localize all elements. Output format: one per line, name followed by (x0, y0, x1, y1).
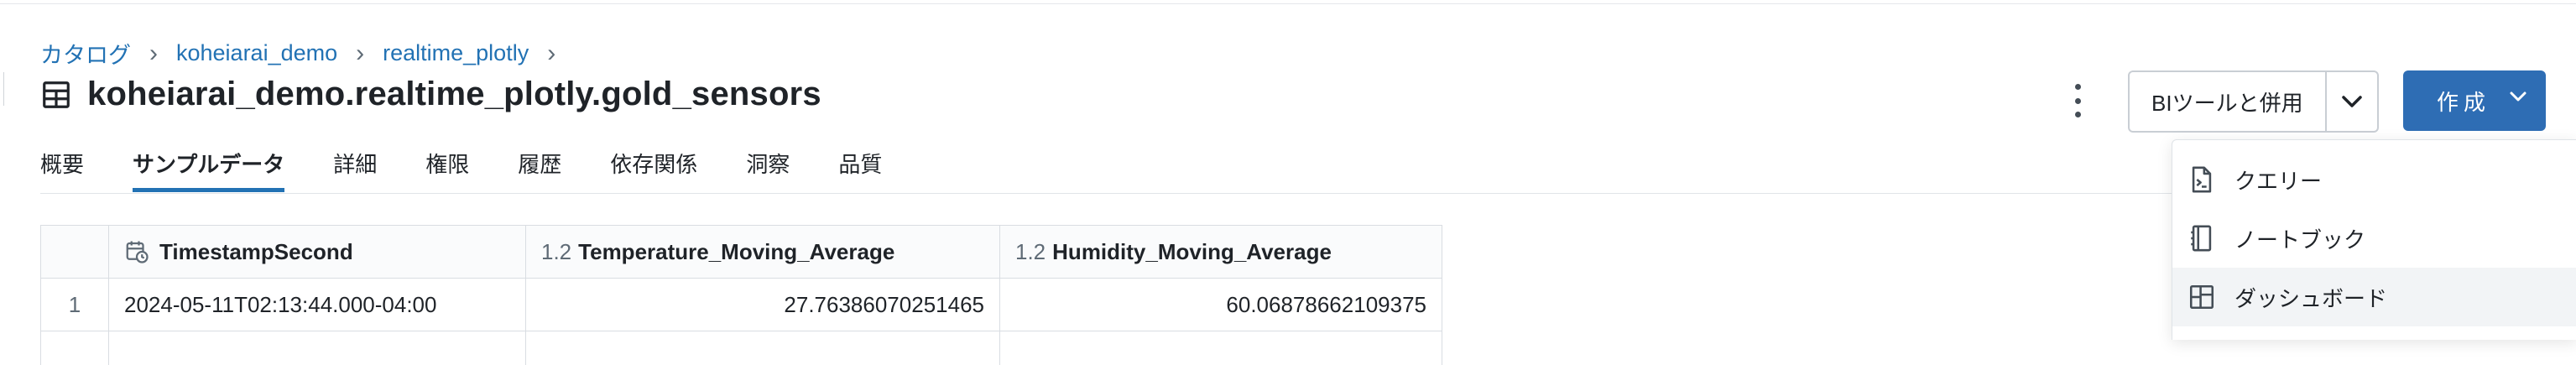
dashboard-icon (2188, 283, 2216, 311)
cell-humidity[interactable]: 60.06878662109375 (1000, 279, 1442, 331)
menu-item-label: ダッシュボード (2234, 282, 2387, 313)
cell-temperature[interactable]: 27.76386070251465 (526, 279, 1000, 331)
create-dropdown-menu: クエリー ノートブック ダッシュボード (2172, 139, 2576, 340)
row-index-header (41, 226, 109, 279)
tab-sample-data[interactable]: サンプルデータ (133, 148, 284, 192)
numeric-type-icon: 1.2 (541, 239, 571, 265)
sample-data-table: TimestampSecond 1.2 Temperature_Moving_A… (40, 225, 1442, 365)
chevron-down-icon (2509, 91, 2527, 102)
column-header-timestamp[interactable]: TimestampSecond (109, 226, 526, 279)
tab-history[interactable]: 履歴 (518, 148, 561, 192)
page-title: koheiarai_demo.realtime_plotly.gold_sens… (87, 76, 821, 113)
tab-lineage[interactable]: 依存関係 (610, 148, 697, 192)
cell-timestamp[interactable]: 2024-05-11T02:13:44.000-04:00 (109, 279, 526, 331)
breadcrumb-separator: › (547, 39, 555, 68)
tab-bar: 概要 サンプルデータ 詳細 権限 履歴 依存関係 洞察 品質 (40, 148, 931, 192)
breadcrumb-separator: › (149, 39, 158, 68)
breadcrumb: カタログ › koheiarai_demo › realtime_plotly … (40, 37, 574, 70)
column-header-humidity[interactable]: 1.2 Humidity_Moving_Average (1000, 226, 1442, 279)
tabs-divider (40, 193, 2180, 194)
bi-tools-dropdown-toggle[interactable] (2327, 72, 2377, 131)
menu-item-label: ノートブック (2234, 223, 2365, 254)
top-border (0, 0, 2576, 4)
table-row (41, 331, 1442, 365)
menu-item-notebook[interactable]: ノートブック (2172, 209, 2576, 268)
column-name: TimestampSecond (159, 239, 353, 265)
table-header-row: TimestampSecond 1.2 Temperature_Moving_A… (41, 226, 1442, 279)
tab-insights[interactable]: 洞察 (746, 148, 790, 192)
menu-item-query[interactable]: クエリー (2172, 150, 2576, 209)
breadcrumb-catalog[interactable]: カタログ (40, 37, 131, 70)
create-button[interactable]: 作成 (2403, 70, 2546, 131)
table-icon (40, 79, 72, 111)
breadcrumb-schema-parent[interactable]: koheiarai_demo (176, 40, 337, 66)
table-row: 1 2024-05-11T02:13:44.000-04:00 27.76386… (41, 279, 1442, 331)
more-options-icon[interactable] (2064, 84, 2091, 117)
left-panel-edge (0, 72, 4, 106)
menu-item-label: クエリー (2234, 164, 2322, 196)
breadcrumb-schema[interactable]: realtime_plotly (383, 40, 529, 66)
bi-tools-button[interactable]: BIツールと併用 (2130, 72, 2327, 131)
tab-details[interactable]: 詳細 (333, 148, 377, 192)
column-header-temperature[interactable]: 1.2 Temperature_Moving_Average (526, 226, 1000, 279)
tab-permissions[interactable]: 権限 (425, 148, 469, 192)
chevron-down-icon (2341, 95, 2363, 108)
tab-overview[interactable]: 概要 (40, 148, 84, 192)
query-icon (2188, 165, 2216, 194)
numeric-type-icon: 1.2 (1015, 239, 1046, 265)
column-name: Temperature_Moving_Average (578, 239, 894, 265)
row-index: 1 (41, 279, 109, 331)
create-button-label: 作成 (2437, 86, 2490, 117)
notebook-icon (2188, 224, 2216, 253)
calendar-clock-icon (124, 239, 149, 264)
column-name: Humidity_Moving_Average (1052, 239, 1332, 265)
page-header: koheiarai_demo.realtime_plotly.gold_sens… (40, 76, 821, 113)
tab-quality[interactable]: 品質 (838, 148, 882, 192)
breadcrumb-separator: › (356, 39, 364, 68)
bi-tools-split-button: BIツールと併用 (2128, 70, 2379, 133)
menu-item-dashboard[interactable]: ダッシュボード (2172, 268, 2576, 326)
